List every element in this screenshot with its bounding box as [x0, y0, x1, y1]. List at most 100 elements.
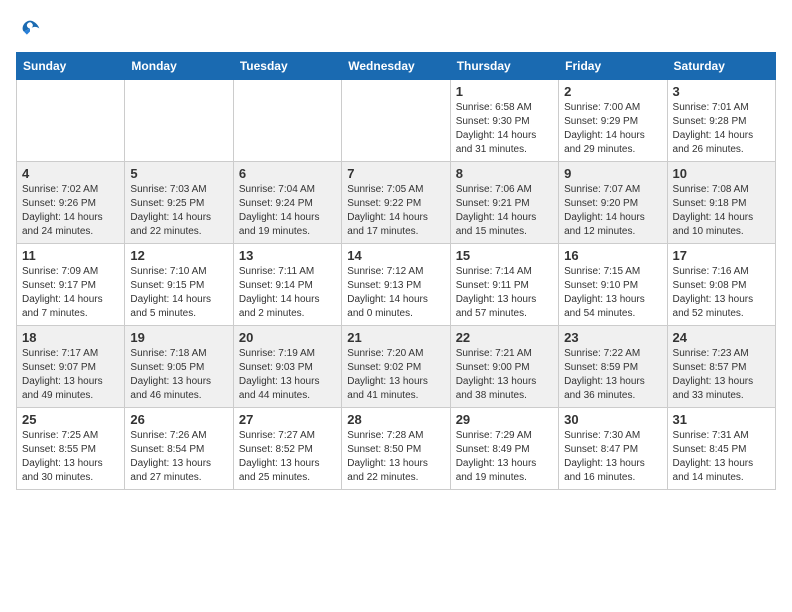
- calendar-cell: 9 Sunrise: 7:07 AMSunset: 9:20 PMDaylight…: [559, 162, 667, 244]
- day-info: Sunrise: 7:07 AMSunset: 9:20 PMDaylight:…: [564, 183, 661, 239]
- weekday-header-saturday: Saturday: [667, 53, 775, 80]
- day-number: 18: [22, 330, 119, 345]
- calendar-cell: 20 Sunrise: 7:19 AMSunset: 9:03 PMDayligh…: [233, 326, 341, 408]
- day-info: Sunrise: 7:15 AMSunset: 9:10 PMDaylight:…: [564, 265, 661, 321]
- calendar-cell: 3Sunrise: 7:01 AMSunset: 9:28 PMDaylight…: [667, 80, 775, 162]
- day-number: 25: [22, 412, 119, 427]
- weekday-header-thursday: Thursday: [450, 53, 558, 80]
- day-number: 19: [130, 330, 227, 345]
- calendar-cell: 22Sunrise: 7:21 AMSunset: 9:00 PMDayligh…: [450, 326, 558, 408]
- day-info: Sunrise: 7:27 AMSunset: 8:52 PMDaylight:…: [239, 429, 336, 485]
- calendar-cell: 24Sunrise: 7:23 AMSunset: 8:57 PMDayligh…: [667, 326, 775, 408]
- day-info: Sunrise: 7:14 AMSunset: 9:11 PMDaylight:…: [456, 265, 553, 321]
- week-row-3: 18 Sunrise: 7:17 AMSunset: 9:07 PMDayligh…: [17, 326, 776, 408]
- day-number: 3: [673, 84, 770, 99]
- day-info: Sunrise: 7:00 AMSunset: 9:29 PMDaylight:…: [564, 101, 661, 157]
- week-row-2: 11 Sunrise: 7:09 AMSunset: 9:17 PMDayligh…: [17, 244, 776, 326]
- day-info: Sunrise: 7:03 AMSunset: 9:25 PMDaylight:…: [130, 183, 227, 239]
- day-info: Sunrise: 7:29 AMSunset: 8:49 PMDaylight:…: [456, 429, 553, 485]
- day-info: Sunrise: 7:30 AMSunset: 8:47 PMDaylight:…: [564, 429, 661, 485]
- calendar-cell: 28Sunrise: 7:28 AMSunset: 8:50 PMDayligh…: [342, 408, 450, 490]
- calendar-cell: 10 Sunrise: 7:08 AMSunset: 9:18 PMDayligh…: [667, 162, 775, 244]
- calendar-cell: 19 Sunrise: 7:18 AMSunset: 9:05 PMDayligh…: [125, 326, 233, 408]
- day-number: 20: [239, 330, 336, 345]
- day-info: Sunrise: 7:17 AMSunset: 9:07 PMDaylight:…: [22, 347, 119, 403]
- day-number: 1: [456, 84, 553, 99]
- day-number: 23: [564, 330, 661, 345]
- calendar-cell: 1 Sunrise: 6:58 AMSunset: 9:30 PMDaylight…: [450, 80, 558, 162]
- calendar-cell: 17Sunrise: 7:16 AMSunset: 9:08 PMDayligh…: [667, 244, 775, 326]
- calendar-cell: 6 Sunrise: 7:04 AMSunset: 9:24 PMDaylight…: [233, 162, 341, 244]
- day-info: Sunrise: 7:19 AMSunset: 9:03 PMDaylight:…: [239, 347, 336, 403]
- day-number: 31: [673, 412, 770, 427]
- calendar-cell: 26 Sunrise: 7:26 AMSunset: 8:54 PMDayligh…: [125, 408, 233, 490]
- calendar: SundayMondayTuesdayWednesdayThursdayFrid…: [16, 52, 776, 490]
- header: [16, 16, 776, 44]
- day-number: 4: [22, 166, 119, 181]
- day-number: 16: [564, 248, 661, 263]
- calendar-cell: 7 Sunrise: 7:05 AMSunset: 9:22 PMDaylight…: [342, 162, 450, 244]
- day-number: 21: [347, 330, 444, 345]
- day-info: Sunrise: 7:22 AMSunset: 8:59 PMDaylight:…: [564, 347, 661, 403]
- calendar-cell: [17, 80, 125, 162]
- day-number: 30: [564, 412, 661, 427]
- day-info: Sunrise: 7:05 AMSunset: 9:22 PMDaylight:…: [347, 183, 444, 239]
- calendar-cell: [233, 80, 341, 162]
- calendar-cell: 15 Sunrise: 7:14 AMSunset: 9:11 PMDayligh…: [450, 244, 558, 326]
- day-number: 26: [130, 412, 227, 427]
- calendar-cell: 4Sunrise: 7:02 AMSunset: 9:26 PMDaylight…: [17, 162, 125, 244]
- calendar-cell: 31 Sunrise: 7:31 AMSunset: 8:45 PMDayligh…: [667, 408, 775, 490]
- day-info: Sunrise: 7:26 AMSunset: 8:54 PMDaylight:…: [130, 429, 227, 485]
- day-info: Sunrise: 7:18 AMSunset: 9:05 PMDaylight:…: [130, 347, 227, 403]
- calendar-cell: 30 Sunrise: 7:30 AMSunset: 8:47 PMDayligh…: [559, 408, 667, 490]
- day-info: Sunrise: 7:12 AMSunset: 9:13 PMDaylight:…: [347, 265, 444, 321]
- calendar-cell: [342, 80, 450, 162]
- day-info: Sunrise: 7:21 AMSunset: 9:00 PMDaylight:…: [456, 347, 553, 403]
- day-number: 6: [239, 166, 336, 181]
- day-number: 29: [456, 412, 553, 427]
- calendar-cell: 13Sunrise: 7:11 AMSunset: 9:14 PMDayligh…: [233, 244, 341, 326]
- calendar-cell: 18 Sunrise: 7:17 AMSunset: 9:07 PMDayligh…: [17, 326, 125, 408]
- calendar-cell: 8Sunrise: 7:06 AMSunset: 9:21 PMDaylight…: [450, 162, 558, 244]
- calendar-cell: 23 Sunrise: 7:22 AMSunset: 8:59 PMDayligh…: [559, 326, 667, 408]
- day-number: 9: [564, 166, 661, 181]
- weekday-header-row: SundayMondayTuesdayWednesdayThursdayFrid…: [17, 53, 776, 80]
- calendar-cell: 29 Sunrise: 7:29 AMSunset: 8:49 PMDayligh…: [450, 408, 558, 490]
- day-number: 11: [22, 248, 119, 263]
- day-number: 2: [564, 84, 661, 99]
- day-number: 17: [673, 248, 770, 263]
- calendar-cell: 25 Sunrise: 7:25 AMSunset: 8:55 PMDayligh…: [17, 408, 125, 490]
- day-number: 28: [347, 412, 444, 427]
- day-info: Sunrise: 7:04 AMSunset: 9:24 PMDaylight:…: [239, 183, 336, 239]
- day-number: 24: [673, 330, 770, 345]
- day-number: 14: [347, 248, 444, 263]
- weekday-header-monday: Monday: [125, 53, 233, 80]
- week-row-4: 25 Sunrise: 7:25 AMSunset: 8:55 PMDayligh…: [17, 408, 776, 490]
- day-number: 5: [130, 166, 227, 181]
- day-number: 8: [456, 166, 553, 181]
- calendar-cell: 14 Sunrise: 7:12 AMSunset: 9:13 PMDayligh…: [342, 244, 450, 326]
- calendar-cell: 11 Sunrise: 7:09 AMSunset: 9:17 PMDayligh…: [17, 244, 125, 326]
- weekday-header-sunday: Sunday: [17, 53, 125, 80]
- day-number: 10: [673, 166, 770, 181]
- day-info: Sunrise: 6:58 AMSunset: 9:30 PMDaylight:…: [456, 101, 553, 157]
- day-info: Sunrise: 7:25 AMSunset: 8:55 PMDaylight:…: [22, 429, 119, 485]
- weekday-header-tuesday: Tuesday: [233, 53, 341, 80]
- week-row-1: 4Sunrise: 7:02 AMSunset: 9:26 PMDaylight…: [17, 162, 776, 244]
- day-info: Sunrise: 7:08 AMSunset: 9:18 PMDaylight:…: [673, 183, 770, 239]
- day-number: 13: [239, 248, 336, 263]
- day-number: 7: [347, 166, 444, 181]
- weekday-header-wednesday: Wednesday: [342, 53, 450, 80]
- calendar-cell: 12Sunrise: 7:10 AMSunset: 9:15 PMDayligh…: [125, 244, 233, 326]
- day-number: 27: [239, 412, 336, 427]
- day-info: Sunrise: 7:09 AMSunset: 9:17 PMDaylight:…: [22, 265, 119, 321]
- weekday-header-friday: Friday: [559, 53, 667, 80]
- calendar-cell: 2 Sunrise: 7:00 AMSunset: 9:29 PMDaylight…: [559, 80, 667, 162]
- week-row-0: 1 Sunrise: 6:58 AMSunset: 9:30 PMDaylight…: [17, 80, 776, 162]
- calendar-cell: 21 Sunrise: 7:20 AMSunset: 9:02 PMDayligh…: [342, 326, 450, 408]
- day-number: 15: [456, 248, 553, 263]
- calendar-cell: 5 Sunrise: 7:03 AMSunset: 9:25 PMDaylight…: [125, 162, 233, 244]
- calendar-cell: 16 Sunrise: 7:15 AMSunset: 9:10 PMDayligh…: [559, 244, 667, 326]
- day-info: Sunrise: 7:31 AMSunset: 8:45 PMDaylight:…: [673, 429, 770, 485]
- day-info: Sunrise: 7:20 AMSunset: 9:02 PMDaylight:…: [347, 347, 444, 403]
